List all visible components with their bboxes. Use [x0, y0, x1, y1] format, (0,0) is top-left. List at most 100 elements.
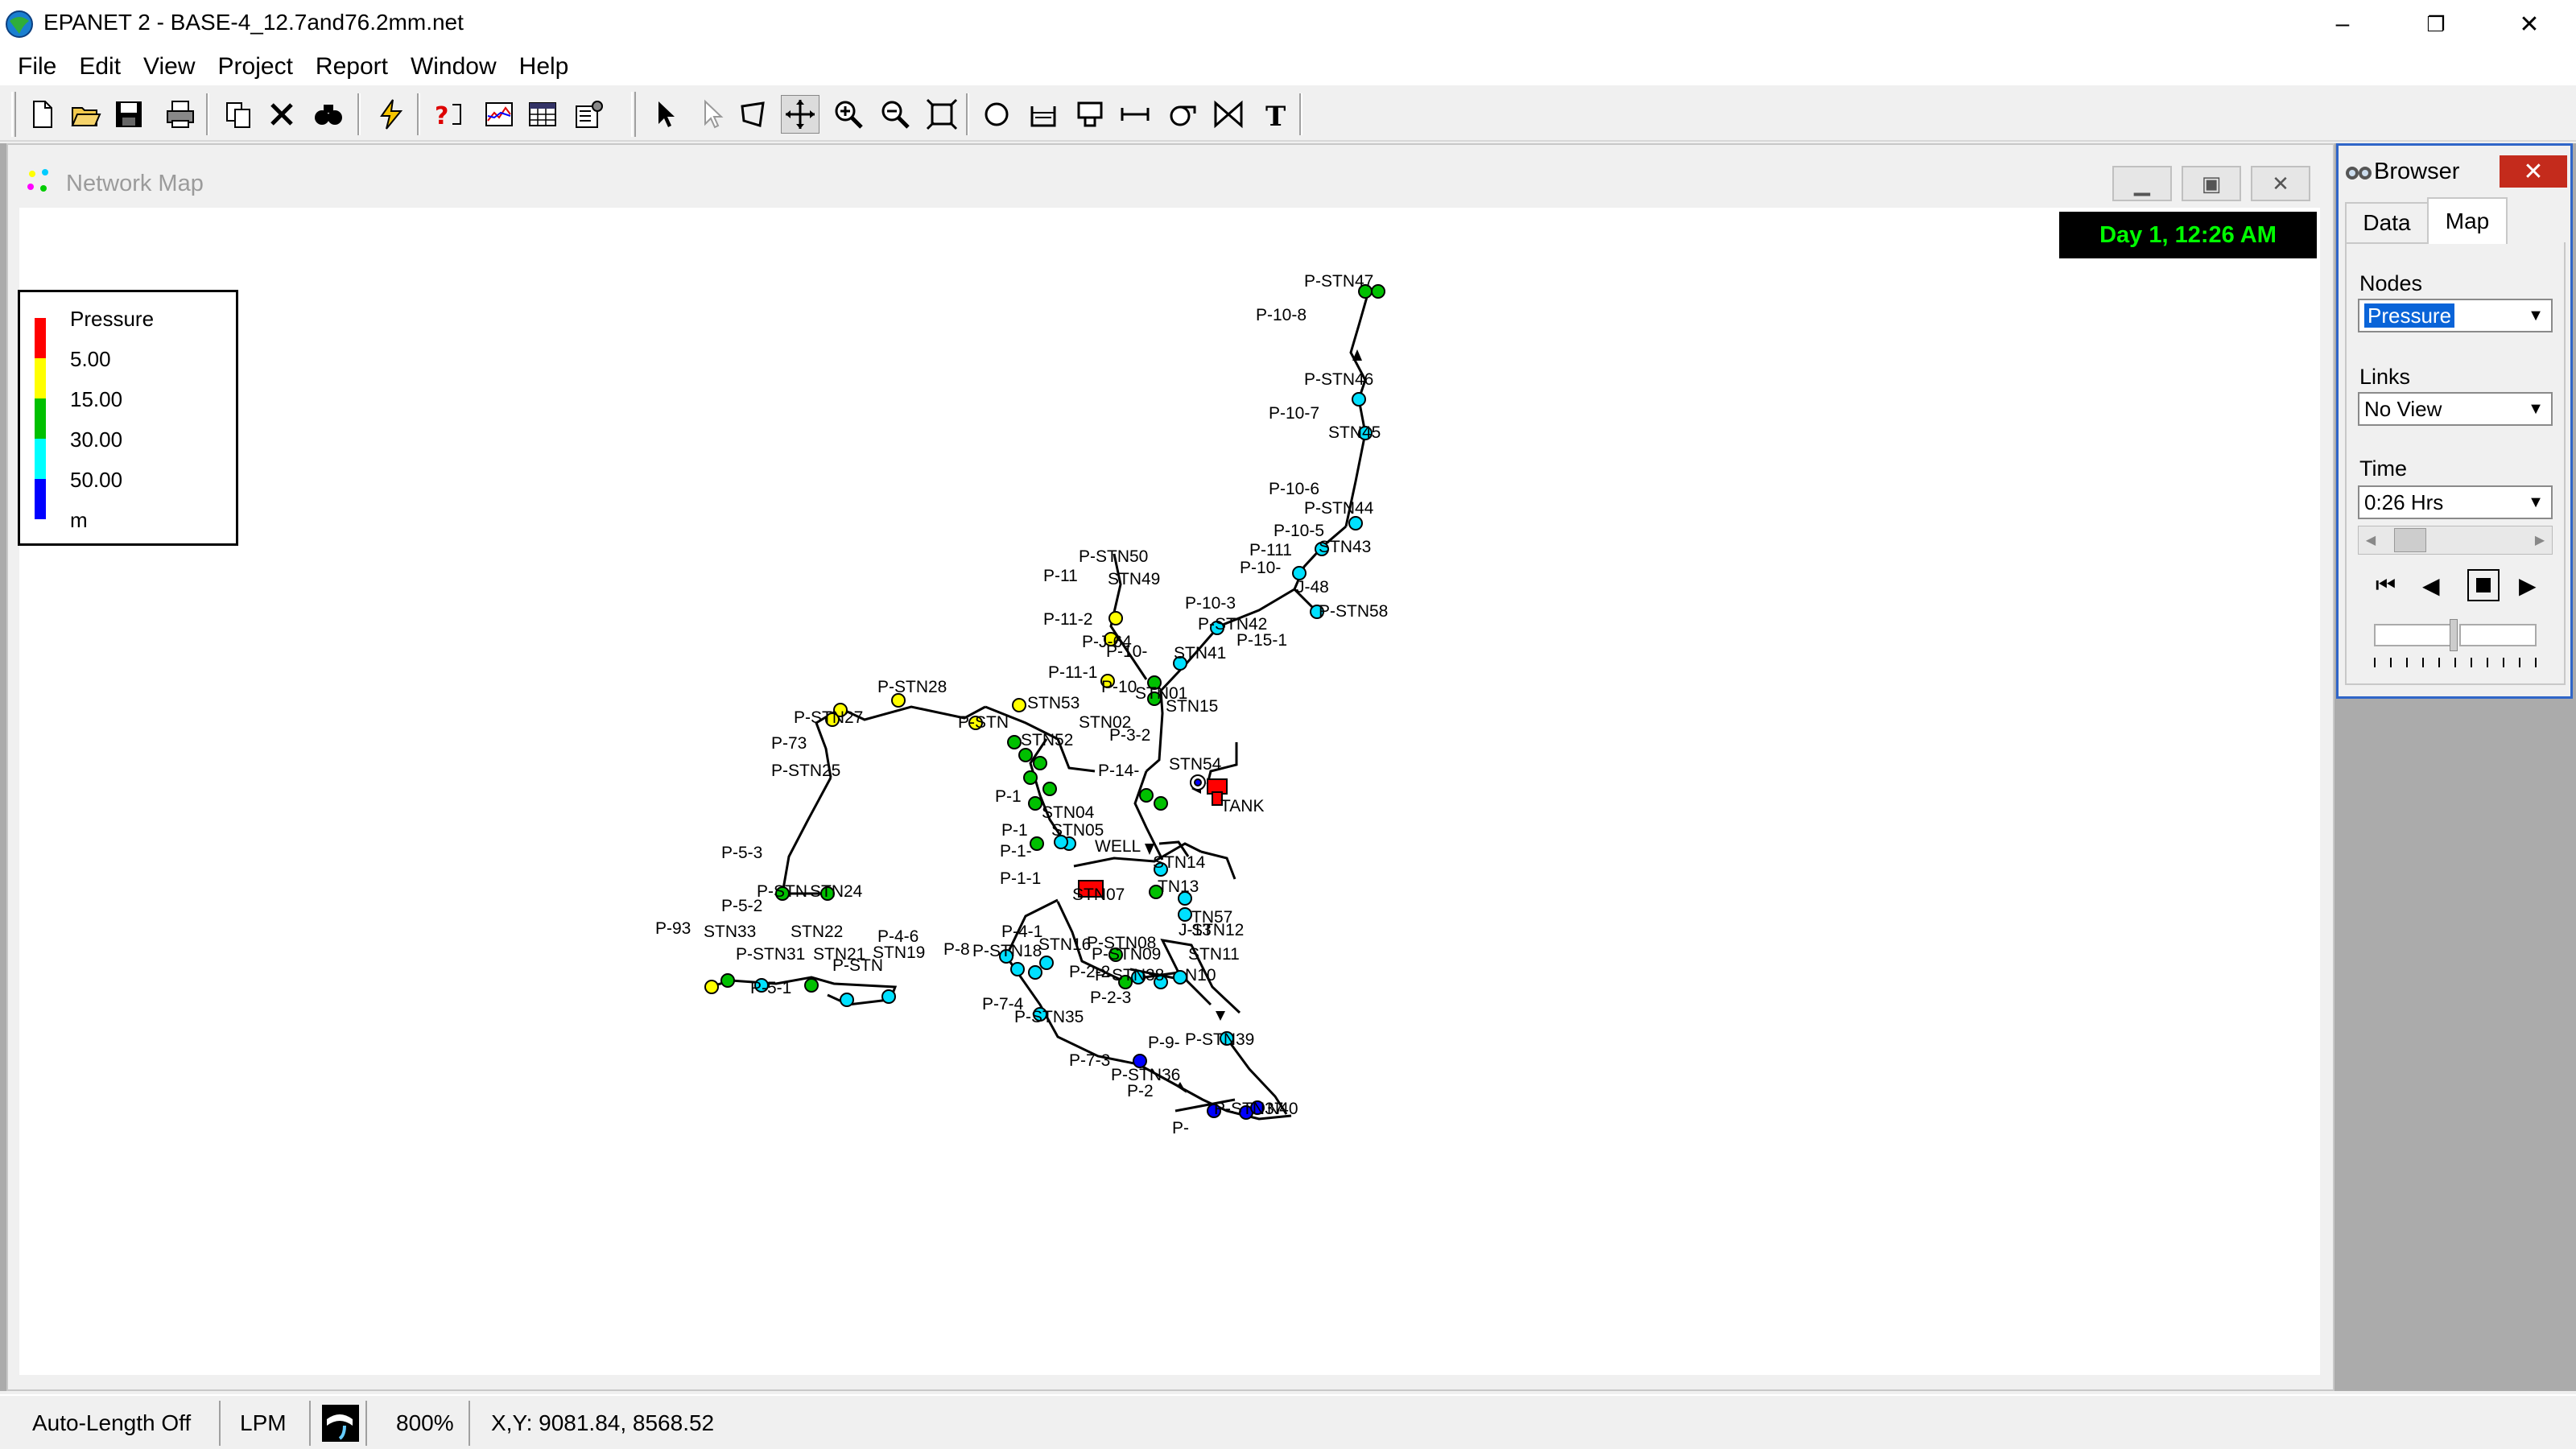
select-object-icon[interactable] [646, 95, 684, 134]
map-label: STN52 [1021, 731, 1073, 749]
legend-title: Pressure [70, 307, 155, 331]
toolbar-grip[interactable] [11, 92, 16, 137]
rewind-icon[interactable]: ⏮ [2376, 572, 2396, 599]
save-icon[interactable] [109, 95, 148, 134]
menu-bar: File Edit View Project Report Window Hel… [0, 48, 2576, 85]
map-label: P-STN [958, 713, 1009, 732]
map-close-button[interactable]: ✕ [2251, 166, 2310, 201]
print-icon[interactable] [161, 95, 200, 134]
add-valve-icon[interactable] [1209, 95, 1248, 134]
svg-text:T: T [1265, 101, 1286, 130]
binoculars-icon [2346, 167, 2372, 180]
legend-color-blue [35, 479, 46, 519]
graph-icon[interactable] [480, 95, 518, 134]
menu-file[interactable]: File [6, 53, 68, 80]
zoom-in-icon[interactable] [829, 95, 868, 134]
time-select[interactable]: 0:26 Hrs ▼ [2358, 485, 2553, 519]
map-label: P-10-5 [1274, 522, 1324, 540]
menu-view[interactable]: View [132, 53, 206, 80]
add-junction-icon[interactable] [977, 95, 1016, 134]
add-label-icon[interactable]: T [1256, 95, 1294, 134]
map-label: STN15 [1166, 697, 1218, 716]
add-tank-icon[interactable] [1071, 95, 1109, 134]
map-label: J-48 [1296, 578, 1329, 597]
chevron-down-icon[interactable]: ▼ [2520, 487, 2551, 518]
map-label: P-9- [1148, 1034, 1180, 1052]
slider-ticks [2374, 658, 2538, 667]
auto-length-status[interactable]: Auto-Length Off [19, 1401, 221, 1446]
add-pump-icon[interactable] [1162, 95, 1201, 134]
back-icon[interactable]: ◀ [2422, 572, 2440, 599]
map-label: P-1- [1000, 842, 1032, 861]
browser-close-button[interactable]: ✕ [2500, 155, 2567, 188]
run-analysis-icon[interactable] [372, 95, 411, 134]
tab-map[interactable]: Map [2427, 197, 2508, 244]
map-label: P-111 [1249, 541, 1292, 559]
network-map-title-bar[interactable]: Network Map ▁ ▣ ✕ [8, 145, 2333, 206]
legend-value: 5.00 [70, 347, 111, 371]
scroll-right-icon[interactable]: ▶ [2528, 526, 2552, 554]
legend-unit: m [70, 508, 88, 532]
epanet-app-icon [6, 10, 33, 38]
table-icon[interactable] [523, 95, 562, 134]
menu-edit[interactable]: Edit [68, 53, 132, 80]
scroll-thumb[interactable] [2394, 528, 2426, 552]
delete-icon[interactable] [262, 95, 301, 134]
query-icon[interactable]: ? [430, 95, 469, 134]
legend-value: 50.00 [70, 468, 123, 492]
select-region-icon[interactable] [734, 95, 773, 134]
map-minimize-button[interactable]: ▁ [2112, 166, 2172, 201]
network-map-drawing[interactable]: P-STN47P-10-8P-STN46P-10-7STN45P-10-6P-S… [19, 208, 2320, 1375]
select-vertex-icon[interactable] [692, 95, 731, 134]
map-label: STN22 [791, 923, 843, 941]
window-title: EPANET 2 - BASE-4_12.7and76.2mm.net [43, 10, 464, 35]
menu-project[interactable]: Project [207, 53, 304, 80]
open-folder-icon[interactable] [66, 95, 105, 134]
close-button[interactable]: ✕ [2483, 0, 2576, 48]
browser-map-page: Nodes Pressure ▼ Links No View ▼ Time 0:… [2345, 242, 2566, 685]
map-label: P-10-3 [1185, 594, 1236, 613]
time-scrollbar[interactable]: ◀ ▶ [2358, 526, 2553, 555]
map-maximize-button[interactable]: ▣ [2182, 166, 2241, 201]
chevron-down-icon[interactable]: ▼ [2520, 394, 2551, 424]
map-label: P-10- [1106, 642, 1147, 661]
full-extent-icon[interactable] [923, 95, 961, 134]
map-label: P-2-3 [1090, 989, 1131, 1007]
pan-icon[interactable] [781, 95, 819, 134]
toolbar-separator [417, 93, 420, 135]
menu-window[interactable]: Window [399, 53, 508, 80]
scroll-left-icon[interactable]: ◀ [2359, 526, 2383, 554]
map-label: P-1-1 [1000, 869, 1041, 888]
pressure-legend[interactable]: Pressure 5.00 15.00 30.00 50.00 m [18, 290, 238, 546]
menu-report[interactable]: Report [304, 53, 399, 80]
find-icon[interactable] [309, 95, 348, 134]
zoom-out-icon[interactable] [876, 95, 914, 134]
links-label: Links [2359, 365, 2411, 389]
map-label: P-7-3 [1069, 1051, 1110, 1070]
map-label: P-STN18 [972, 942, 1042, 960]
map-label: P-STN38 [1095, 966, 1164, 985]
map-label: STN12 [1191, 921, 1244, 939]
chevron-down-icon[interactable]: ▼ [2520, 300, 2551, 331]
options-icon[interactable] [570, 95, 609, 134]
menu-help[interactable]: Help [508, 53, 580, 80]
animation-speed-slider[interactable] [2450, 619, 2458, 651]
network-map-canvas[interactable]: P-STN47 P-10-8 P-STN46 P-10-7 STN45 P-10-6 P-S… [19, 208, 2320, 1375]
forward-icon[interactable]: ▶ [2519, 572, 2537, 599]
links-select[interactable]: No View ▼ [2358, 392, 2553, 426]
copy-icon[interactable] [219, 95, 258, 134]
map-label: P-STN44 [1304, 499, 1374, 518]
nodes-select[interactable]: Pressure ▼ [2358, 299, 2553, 332]
stop-icon[interactable] [2467, 569, 2500, 601]
run-status-icon [317, 1401, 367, 1446]
map-label: P-4-1 [1001, 923, 1042, 941]
new-file-icon[interactable] [23, 95, 61, 134]
restore-button[interactable]: ❐ [2389, 0, 2483, 48]
toolbar-separator [1299, 93, 1302, 135]
add-pipe-icon[interactable] [1116, 95, 1154, 134]
toolbar-grip[interactable] [631, 92, 636, 137]
tab-data[interactable]: Data [2345, 202, 2429, 244]
map-label: P-STN35 [1014, 1008, 1084, 1026]
minimize-button[interactable]: – [2296, 0, 2389, 48]
add-reservoir-icon[interactable] [1024, 95, 1063, 134]
